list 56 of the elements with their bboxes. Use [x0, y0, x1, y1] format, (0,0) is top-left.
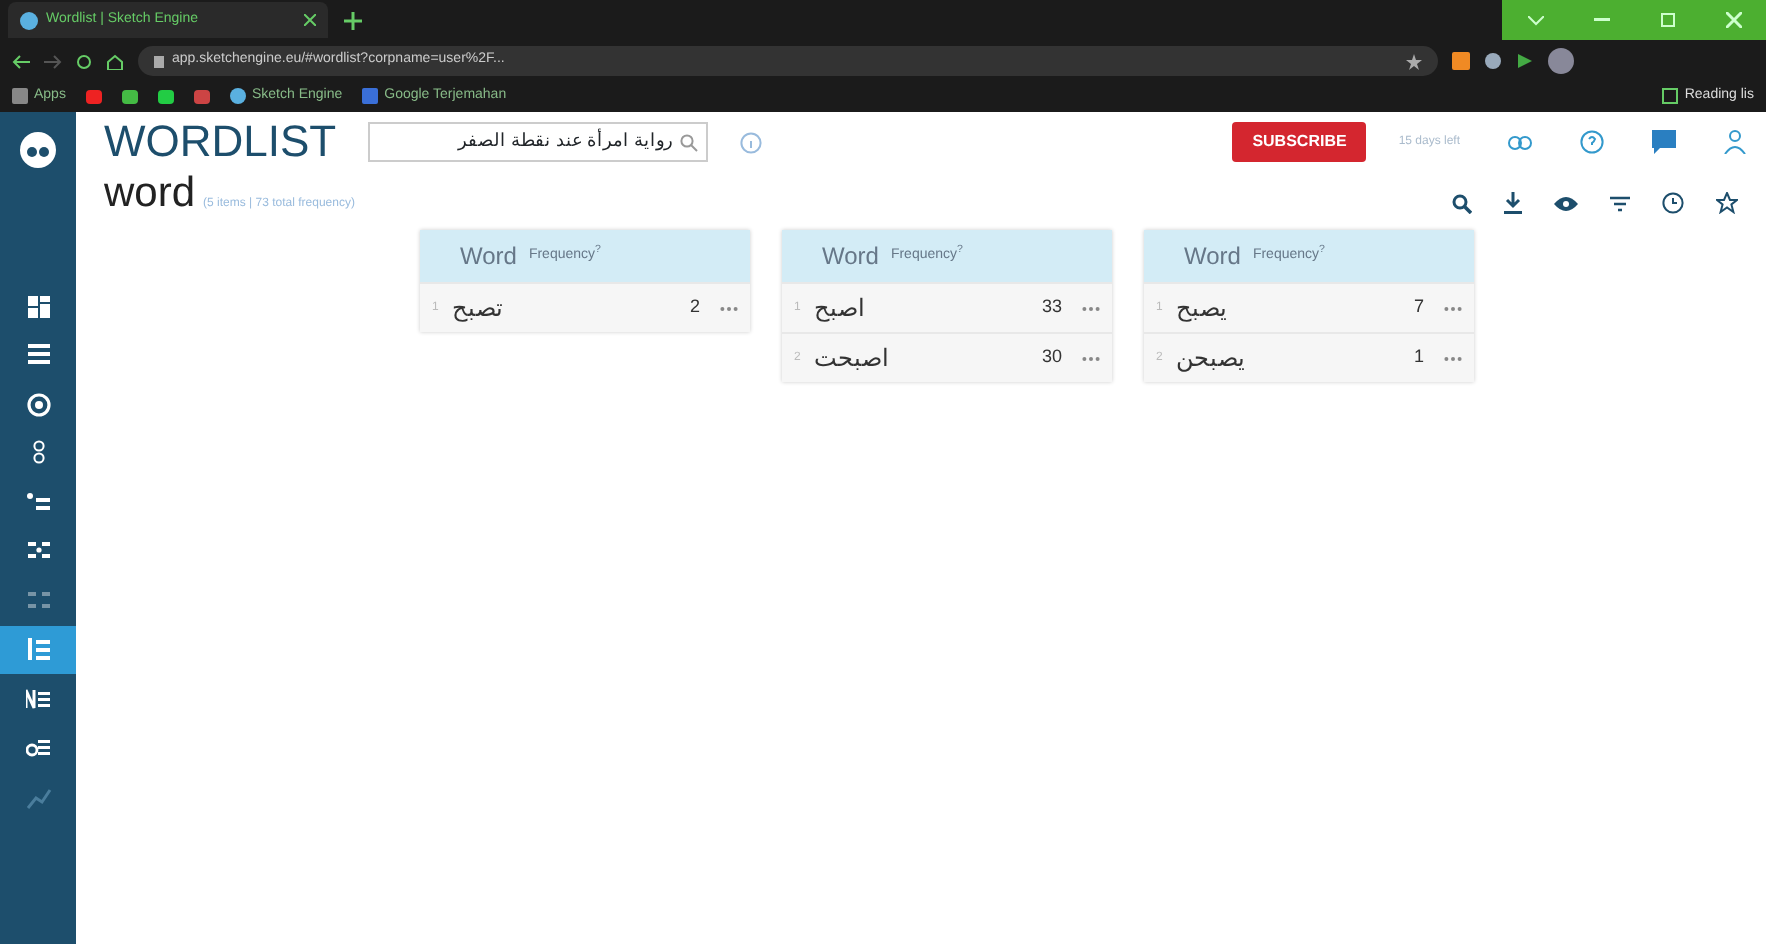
bookmark-icon [362, 88, 379, 104]
word-cell[interactable]: اصبح [814, 290, 864, 326]
more-icon[interactable] [1082, 305, 1100, 311]
page-title: WORDLIST [104, 120, 337, 164]
new-tab-icon[interactable] [344, 11, 362, 29]
bookmark-icon[interactable] [121, 89, 138, 103]
reload-icon[interactable] [76, 53, 92, 69]
star-icon[interactable] [1406, 53, 1422, 69]
subscribe-button[interactable]: SUBSCRIBE [1232, 122, 1367, 162]
logo-icon[interactable] [20, 132, 56, 168]
word-cell[interactable]: يصبح [1176, 290, 1226, 326]
frequency-cell-text: 7 [1413, 294, 1424, 321]
bookmark-icon[interactable] [193, 89, 210, 103]
star-icon[interactable] [1716, 192, 1738, 214]
column-header[interactable]: Word [460, 238, 517, 274]
more-icon[interactable] [720, 305, 738, 311]
more-icon[interactable] [1444, 305, 1462, 311]
list-icon[interactable] [25, 342, 51, 369]
list-icon[interactable] [25, 734, 51, 761]
home-icon[interactable] [106, 53, 124, 69]
word-cell[interactable]: اصبحت [814, 340, 888, 376]
bookmark-icon [12, 88, 28, 104]
download-icon[interactable] [1504, 192, 1522, 214]
column-header[interactable]: Word [822, 238, 879, 274]
column-header[interactable]: Word [1184, 238, 1241, 274]
result-title: word [104, 172, 196, 214]
bookmark-icon[interactable] [85, 89, 102, 103]
profile-icon[interactable] [1548, 48, 1574, 74]
clock-icon[interactable] [1662, 192, 1684, 214]
user-icon[interactable] [1724, 130, 1746, 154]
filter-icon[interactable] [1610, 195, 1630, 211]
bullet-list-icon[interactable] [25, 489, 51, 516]
search-icon[interactable] [1452, 193, 1472, 213]
back-icon[interactable] [12, 53, 30, 69]
close-icon[interactable] [304, 14, 316, 26]
sidebar-item[interactable] [0, 625, 76, 674]
lock-icon [154, 55, 164, 67]
word-cell[interactable]: تصبح [452, 290, 502, 326]
bookmark-icon [229, 88, 246, 104]
bookmark-icon[interactable] [157, 89, 174, 103]
chat-icon[interactable] [1652, 130, 1676, 154]
target-icon[interactable] [25, 391, 51, 418]
frequency-cell-text: 2 [689, 294, 700, 321]
frequency-cell-text: 30 [1041, 344, 1062, 371]
more-icon[interactable] [1444, 355, 1462, 361]
numbered-list-icon[interactable] [25, 685, 51, 712]
reading-list-icon[interactable] [1662, 88, 1679, 104]
help-icon[interactable] [1580, 130, 1604, 154]
frequency-cell-text: 1 [1413, 344, 1424, 371]
site-icon [20, 11, 38, 29]
frequency-cell-text: 33 [1041, 294, 1062, 321]
dashboard-icon[interactable] [25, 293, 51, 320]
more-icon[interactable] [1082, 355, 1100, 361]
word-cell[interactable]: يصبحن [1176, 340, 1244, 376]
search-field[interactable]: رواية امرأة عند نقطة الصفر [368, 122, 709, 162]
eye-icon[interactable] [1554, 195, 1578, 211]
